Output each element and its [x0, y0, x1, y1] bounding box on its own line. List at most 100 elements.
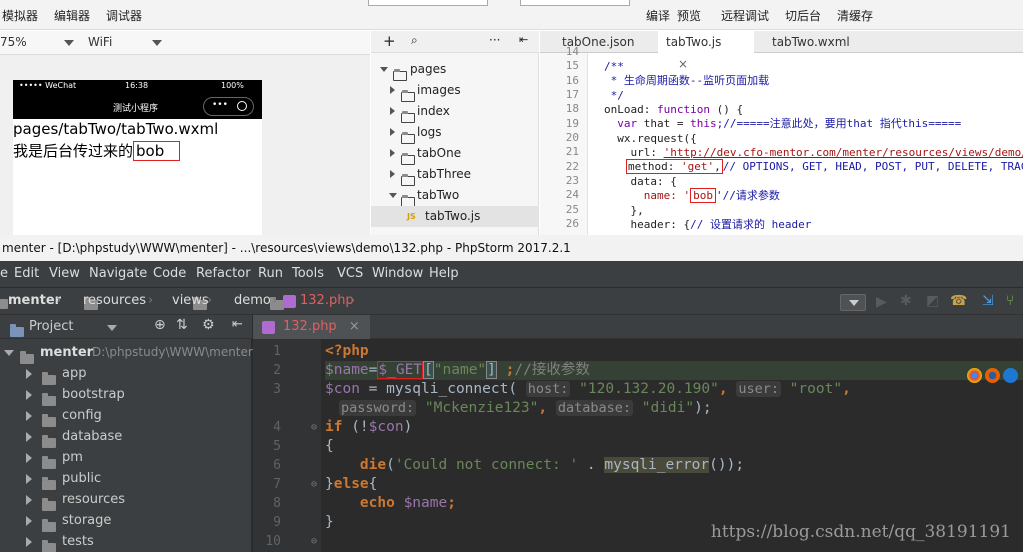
- tree-item-storage[interactable]: storage: [0, 510, 252, 532]
- menu-edit[interactable]: Edit: [14, 261, 39, 287]
- tree-item-tabtwo-js[interactable]: JS tabTwo.js: [371, 206, 539, 227]
- project-view-select[interactable]: Project: [29, 319, 73, 334]
- vcs-commit-icon[interactable]: ⑂: [1006, 293, 1014, 309]
- scene-select[interactable]: [520, 0, 630, 6]
- fold-icon[interactable]: ⊖: [311, 536, 317, 547]
- breadcrumb-demo[interactable]: demo: [234, 293, 271, 308]
- file-tree-panel: + ⌕ ··· ⇤ pages images index logs tabOne…: [371, 31, 539, 235]
- gear-icon[interactable]: ⚙: [202, 317, 215, 333]
- fold-icon[interactable]: ⊖: [311, 479, 317, 490]
- code-token: ,: [538, 400, 556, 416]
- breadcrumb-menter[interactable]: menter: [8, 293, 61, 308]
- code-token: that =: [637, 117, 691, 130]
- code-token: $name: [325, 362, 369, 378]
- tree-item-tabthree[interactable]: tabThree: [371, 164, 539, 186]
- menu-file[interactable]: e: [0, 261, 8, 287]
- code-token: "didi": [633, 400, 695, 416]
- tree-item-images[interactable]: images: [371, 80, 539, 102]
- tree-item-tabtwo[interactable]: tabTwo: [371, 185, 539, 207]
- tree-item-pages[interactable]: pages: [371, 59, 539, 81]
- zoom-select[interactable]: 75%: [0, 35, 27, 49]
- tree-item-root[interactable]: menter D:\phpstudy\WWW\menter: [0, 342, 253, 364]
- menu-tools[interactable]: Tools: [292, 261, 324, 287]
- remote-debug-button[interactable]: 远程调试: [721, 7, 769, 24]
- close-icon[interactable]: ×: [349, 319, 360, 334]
- menu-view[interactable]: View: [49, 261, 80, 287]
- tree-item-tabone[interactable]: tabOne: [371, 143, 539, 165]
- firefox-icon[interactable]: [985, 368, 1000, 383]
- more-icon[interactable]: •••: [212, 100, 228, 110]
- hide-icon[interactable]: ⇤: [232, 317, 243, 332]
- close-icon[interactable]: ×: [678, 57, 688, 71]
- tab-tabtwo-js[interactable]: tabTwo.js ×: [658, 31, 754, 71]
- ie-icon[interactable]: [1003, 368, 1018, 383]
- more-icon[interactable]: ···: [489, 33, 500, 47]
- tab-tabtwo-wxml[interactable]: tabTwo.wxml: [764, 31, 858, 53]
- tree-item-bootstrap[interactable]: bootstrap: [0, 384, 252, 406]
- debug-icon[interactable]: ✱: [900, 293, 912, 309]
- screenshot-root: 模拟器 编辑器 调试器 编译 预览 远程调试 切后台 清缓存 75% WiFi …: [0, 0, 1023, 552]
- debugger-button[interactable]: 调试器: [106, 7, 142, 24]
- code-token: $con: [368, 419, 404, 435]
- target-icon[interactable]: ⊕: [154, 317, 166, 333]
- compile-mode-select[interactable]: [368, 0, 488, 6]
- compile-button[interactable]: 编译: [646, 7, 670, 24]
- menu-help[interactable]: Help: [429, 261, 459, 287]
- menu-vcs[interactable]: VCS: [337, 261, 363, 287]
- breadcrumb-file[interactable]: 132.php: [300, 293, 354, 308]
- tree-item-config[interactable]: config: [0, 405, 252, 427]
- code-line: }: [325, 514, 334, 530]
- close-icon[interactable]: [237, 101, 247, 111]
- coverage-icon[interactable]: ◩: [926, 293, 939, 309]
- menu-window[interactable]: Window: [372, 261, 423, 287]
- code-token: echo: [325, 495, 395, 511]
- run-config-select[interactable]: [840, 294, 866, 311]
- simulator-button[interactable]: 模拟器: [2, 7, 38, 24]
- tree-item-database[interactable]: database: [0, 426, 252, 448]
- menu-refactor[interactable]: Refactor: [196, 261, 251, 287]
- folder-icon: [42, 476, 56, 490]
- folder-icon: [42, 371, 56, 385]
- menu-run[interactable]: Run: [258, 261, 283, 287]
- capsule-menu[interactable]: •••: [203, 97, 254, 116]
- collapse-all-icon[interactable]: ⇅: [176, 317, 188, 333]
- add-icon[interactable]: +: [383, 32, 396, 50]
- menu-code[interactable]: Code: [153, 261, 186, 287]
- chevron-right-icon: [26, 516, 32, 526]
- tree-item-tests[interactable]: tests: [0, 531, 252, 552]
- code-line: if (!$con): [325, 418, 412, 437]
- code-token: $con: [325, 381, 360, 397]
- collapse-icon[interactable]: ⇤: [519, 33, 528, 46]
- php-editor[interactable]: 132.php × 1 2 3 4 5 6 7 8 9 10 ⊖ ⊖ ⊖ <?p…: [253, 315, 1023, 552]
- tree-item-public[interactable]: public: [0, 468, 252, 490]
- chevron-right-icon: [26, 453, 32, 463]
- network-select[interactable]: WiFi: [88, 35, 112, 49]
- search-icon[interactable]: ⌕: [411, 33, 418, 48]
- breadcrumb-resources[interactable]: resources: [83, 293, 146, 308]
- run-icon[interactable]: ▶: [876, 294, 887, 310]
- chrome-icon[interactable]: [967, 368, 982, 383]
- preview-button[interactable]: 预览: [677, 7, 701, 24]
- code-token: = mysqli_connect(: [359, 381, 526, 397]
- tree-item-resources[interactable]: resources: [0, 489, 252, 511]
- background-button[interactable]: 切后台: [785, 7, 821, 24]
- fold-icon[interactable]: ⊖: [311, 422, 317, 433]
- tab-132-php[interactable]: 132.php ×: [253, 315, 370, 339]
- project-icon: [10, 323, 24, 337]
- clear-cache-button[interactable]: 清缓存: [837, 7, 873, 24]
- editor-button[interactable]: 编辑器: [54, 7, 90, 24]
- folder-icon: [42, 539, 56, 552]
- tree-item-pm[interactable]: pm: [0, 447, 252, 469]
- tree-item-logs[interactable]: logs: [371, 122, 539, 144]
- folder-icon: [401, 89, 415, 102]
- php-file-icon: [283, 295, 296, 308]
- menu-navigate[interactable]: Navigate: [89, 261, 147, 287]
- php-listen-icon[interactable]: ☎: [950, 293, 967, 309]
- tree-item-app[interactable]: app: [0, 363, 252, 385]
- chevron-down-icon[interactable]: [107, 325, 117, 331]
- vcs-update-icon[interactable]: ⇲: [982, 293, 994, 309]
- js-editor[interactable]: tabOne.json tabTwo.js × tabTwo.wxml 14 1…: [540, 31, 1023, 235]
- line-gutter: 1 2 3 4 5 6 7 8 9 10 ⊖ ⊖ ⊖: [253, 339, 321, 552]
- breadcrumb-views[interactable]: views: [172, 293, 209, 308]
- tree-item-index[interactable]: index: [371, 101, 539, 123]
